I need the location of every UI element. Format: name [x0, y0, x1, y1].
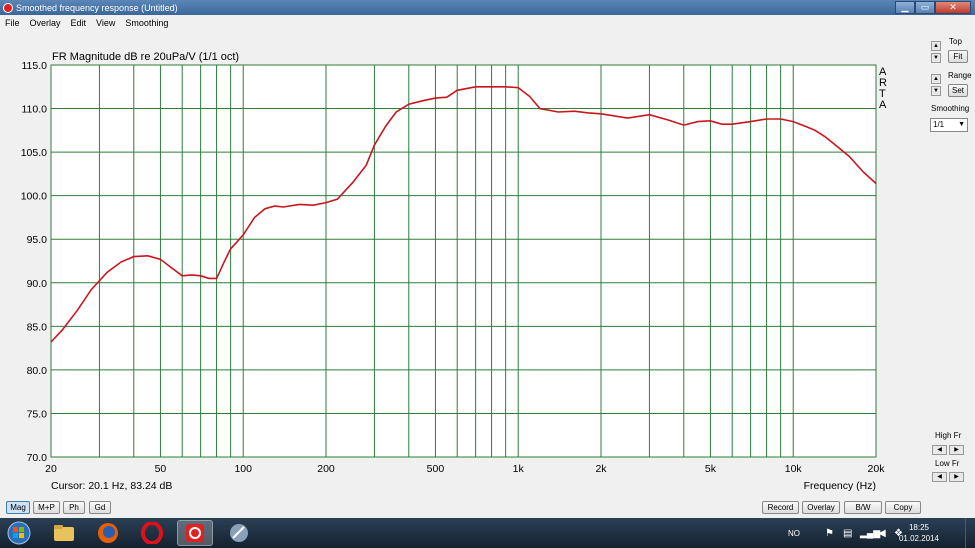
start-button[interactable] [2, 520, 36, 546]
x-axis-label: Frequency (Hz) [804, 480, 876, 492]
menu-file[interactable]: File [0, 18, 25, 28]
range-up-spin[interactable]: ▲ [931, 74, 941, 84]
window-title: Smoothed frequency response (Untitled) [16, 2, 178, 13]
menu-smoothing[interactable]: Smoothing [120, 18, 173, 28]
smoothing-label: Smoothing [931, 104, 970, 113]
menu-edit[interactable]: Edit [66, 18, 92, 28]
clock[interactable]: 18:25 01.02.2014 [899, 522, 939, 544]
side-panel: ▲ ▼ Top Fit ▲ ▼ Range Set Smoothing 1/1 … [922, 31, 975, 496]
range-label: Range [948, 71, 972, 80]
chart-title: FR Magnitude dB re 20uPa/V (1/1 oct) [52, 51, 239, 63]
smoothing-value: 1/1 [933, 120, 945, 129]
clock-time: 18:25 [908, 523, 929, 532]
firefox-icon [98, 523, 118, 543]
bottom-toolbar: Mag M+P Ph Gd Record Overlay B/W Copy [0, 497, 975, 517]
y-tick-label: 90.0 [27, 278, 48, 290]
close-button[interactable]: ✕ [935, 1, 971, 14]
taskbar-opera[interactable] [134, 520, 170, 546]
x-tick-label: 100 [234, 463, 252, 475]
opera-icon [141, 522, 163, 544]
phase-button[interactable]: Ph [63, 501, 85, 514]
tool-app-icon [230, 524, 248, 542]
low-freq-label: Low Fr [935, 459, 960, 468]
y-tick-label: 105.0 [21, 147, 47, 159]
y-tick-label: 85.0 [27, 321, 48, 333]
taskbar-explorer[interactable] [46, 520, 82, 546]
high-freq-right-spin[interactable]: ▶ [949, 445, 964, 455]
arta-app-icon [186, 524, 204, 542]
y-tick-label: 70.0 [27, 452, 48, 464]
overlay-button[interactable]: Overlay [802, 501, 840, 514]
window-titlebar: Smoothed frequency response (Untitled) ▁… [0, 0, 975, 15]
frequency-response-chart[interactable]: 115.0 110.0 105.0 100.0 95.0 90.0 85.0 80.0 75.0… [0, 31, 922, 496]
mag-phase-button[interactable]: M+P [33, 501, 60, 514]
set-button[interactable]: Set [948, 84, 968, 97]
flag-icon[interactable]: ⚑ [825, 518, 834, 548]
folder-icon [54, 525, 74, 541]
taskbar-arta[interactable] [177, 520, 213, 546]
menu-overlay[interactable]: Overlay [25, 18, 66, 28]
x-tick-label: 10k [785, 463, 803, 475]
x-tick-label: 50 [155, 463, 167, 475]
brand-letter: A [879, 99, 887, 111]
taskbar-tool[interactable] [221, 520, 257, 546]
group-delay-button[interactable]: Gd [89, 501, 111, 514]
x-tick-label: 200 [317, 463, 335, 475]
taskbar: NO ⚑ ▤ ▂▄▆ ◀ ❖ 18:25 01.02.2014 [0, 518, 975, 548]
y-tick-label: 75.0 [27, 408, 48, 420]
taskbar-firefox[interactable] [90, 520, 126, 546]
language-indicator[interactable]: NO [788, 518, 800, 548]
menu-view[interactable]: View [91, 18, 120, 28]
y-tick-label: 80.0 [27, 365, 48, 377]
top-label: Top [949, 37, 962, 46]
smoothing-select[interactable]: 1/1 ▼ [930, 118, 968, 132]
y-tick-label: 95.0 [27, 234, 48, 246]
high-freq-label: High Fr [935, 431, 962, 440]
x-tick-label: 20 [45, 463, 57, 475]
x-tick-label: 1k [513, 463, 525, 475]
y-tick-label: 110.0 [22, 104, 48, 116]
x-tick-label: 2k [595, 463, 607, 475]
maximize-button[interactable]: ▭ [915, 1, 935, 14]
menu-bar: File Overlay Edit View Smoothing [0, 15, 975, 30]
top-up-spin[interactable]: ▲ [931, 41, 941, 51]
minimize-button[interactable]: ▁ [895, 1, 915, 14]
x-tick-label: 20k [868, 463, 886, 475]
y-tick-label: 100.0 [21, 191, 47, 203]
y-tick-label: 115.0 [22, 60, 48, 72]
high-freq-left-spin[interactable]: ◀ [932, 445, 947, 455]
top-down-spin[interactable]: ▼ [931, 53, 941, 63]
bw-button[interactable]: B/W [844, 501, 882, 514]
copy-button[interactable]: Copy [885, 501, 921, 514]
plot-area[interactable]: 115.0 110.0 105.0 100.0 95.0 90.0 85.0 80.0 75.0… [0, 31, 922, 496]
clock-date: 01.02.2014 [898, 534, 939, 543]
low-freq-left-spin[interactable]: ◀ [932, 472, 947, 482]
low-freq-right-spin[interactable]: ▶ [949, 472, 964, 482]
x-tick-label: 500 [427, 463, 445, 475]
mag-button[interactable]: Mag [6, 501, 30, 514]
record-button[interactable]: Record [762, 501, 799, 514]
plot-frame [50, 64, 877, 458]
cursor-readout: Cursor: 20.1 Hz, 83.24 dB [51, 480, 172, 492]
x-tick-label: 5k [705, 463, 717, 475]
app-icon [3, 2, 13, 13]
fit-button[interactable]: Fit [948, 50, 968, 63]
range-down-spin[interactable]: ▼ [931, 86, 941, 96]
volume-icon[interactable]: ◀ [878, 518, 886, 548]
chevron-down-icon: ▼ [958, 121, 965, 128]
network-icon[interactable]: ▤ [843, 518, 852, 548]
windows-start-icon [7, 521, 31, 545]
show-desktop-button[interactable] [965, 518, 975, 548]
